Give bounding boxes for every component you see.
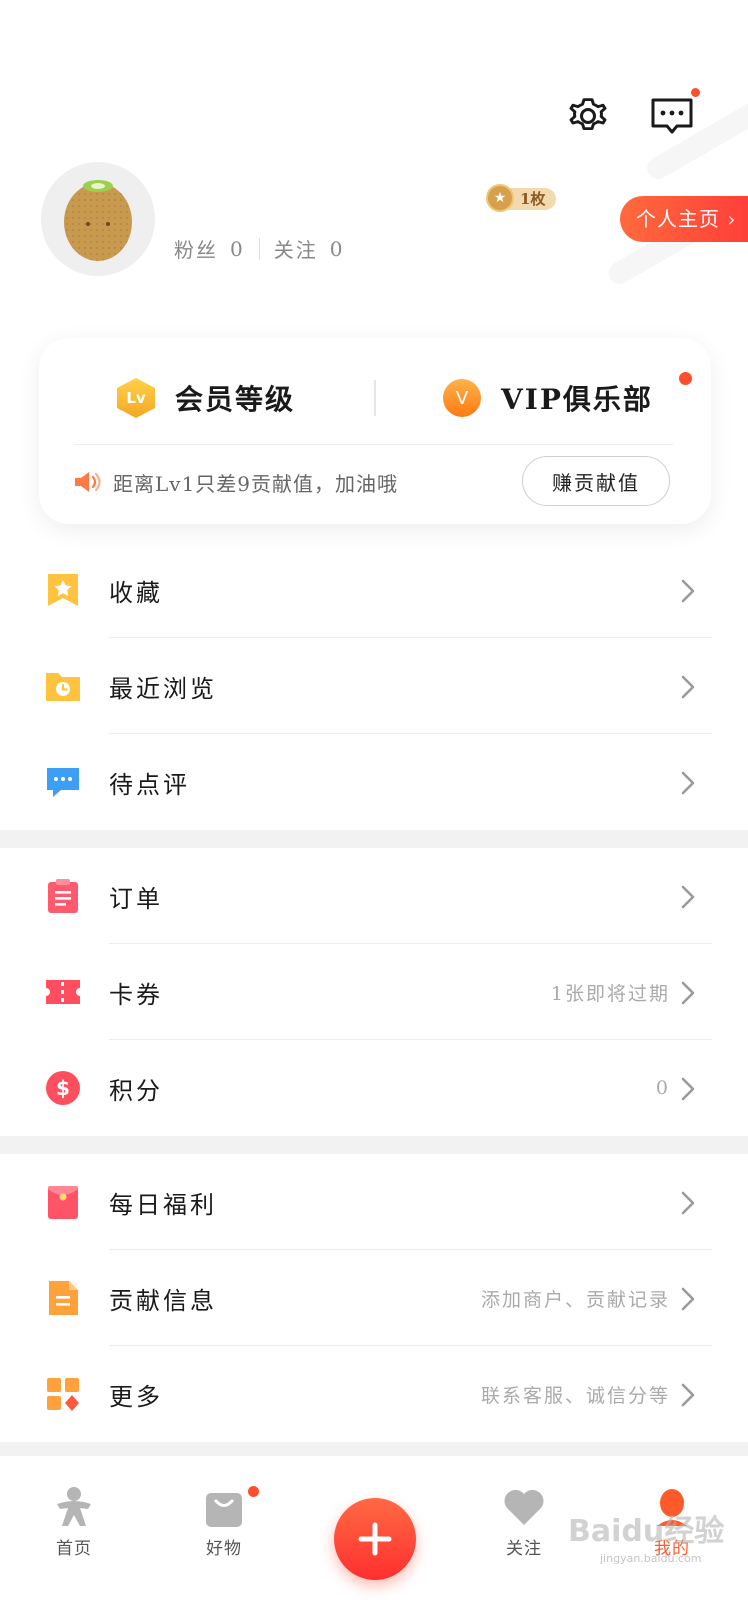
follow-stats: 粉丝 0 关注 0 [174, 234, 344, 263]
tab-following[interactable]: 关注 [474, 1484, 574, 1559]
chevron-right-icon [681, 1383, 695, 1407]
card-divider [374, 380, 376, 416]
chevron-right-icon [681, 1077, 695, 1101]
history-folder-icon [46, 673, 80, 701]
chevron-right-icon [681, 1287, 695, 1311]
speaker-icon [75, 472, 101, 492]
chevron-right-icon [681, 981, 695, 1005]
menu-item-more[interactable]: 更多 联系客服、诚信分等 [0, 1346, 748, 1442]
menu-item-recent-browse[interactable]: 最近浏览 [0, 638, 748, 734]
message-icon[interactable] [648, 86, 702, 140]
following-count[interactable]: 0 [330, 237, 345, 261]
menu-item-label: 最近浏览 [109, 674, 217, 703]
avatar[interactable] [41, 162, 155, 276]
tab-label: 好物 [206, 1539, 242, 1559]
member-level-title: 会员等级 [175, 383, 296, 416]
heart-icon [501, 1484, 547, 1530]
fans-count[interactable]: 0 [230, 237, 245, 261]
grid-icon [47, 1378, 79, 1411]
menu-item-label: 更多 [109, 1382, 163, 1411]
tab-label: 关注 [506, 1539, 542, 1559]
shopping-bag-icon [201, 1484, 261, 1530]
watermark-text: Baidu经验 [568, 1514, 725, 1549]
menu-item-value: 添加商户、贡献记录 [480, 1288, 670, 1311]
chevron-right-icon [681, 1191, 695, 1215]
menu-section-1: 收藏 最近浏览 待点评 [0, 542, 748, 830]
menu-item-coupons[interactable]: 卡券 1张即将过期 [0, 944, 748, 1040]
vip-badge-icon: V [443, 379, 481, 417]
dollar-coin-icon: $ [46, 1071, 80, 1105]
menu-item-points[interactable]: $ 积分 0 [0, 1040, 748, 1136]
contribution-tip: 距离Lv1只差9贡献值，加油哦 [73, 458, 398, 506]
vip-club-entry[interactable]: V VIP俱乐部 [443, 372, 653, 424]
member-card: Lv 会员等级 V VIP俱乐部 距离Lv1只差9贡献值，加油哦 赚贡献值 [39, 338, 711, 524]
header-actions [564, 86, 702, 140]
chevron-right-icon [681, 579, 695, 603]
unread-dot [689, 86, 702, 99]
menu-item-label: 订单 [109, 884, 163, 913]
earn-contribution-button[interactable]: 赚贡献值 [522, 456, 670, 506]
tab-goods[interactable]: 好物 [174, 1484, 274, 1559]
menu-item-label: 卡券 [109, 980, 163, 1009]
menu-item-orders[interactable]: 订单 [0, 848, 748, 944]
menu-item-label: 每日福利 [109, 1190, 217, 1219]
plus-icon [358, 1522, 392, 1556]
contribution-tip-text: 距离Lv1只差9贡献值，加油哦 [113, 471, 399, 496]
personal-homepage-button[interactable]: 个人主页 › [620, 196, 748, 242]
chevron-right-icon [681, 675, 695, 699]
bookmark-star-icon [48, 574, 78, 606]
gear-icon[interactable] [564, 92, 612, 140]
tab-label: 首页 [56, 1539, 92, 1559]
medal-badge[interactable]: 1枚 ★ [486, 184, 558, 214]
fans-label[interactable]: 粉丝 [174, 234, 218, 263]
chevron-right-icon [681, 771, 695, 795]
section-gap [0, 830, 748, 848]
menu-item-label: 积分 [109, 1076, 163, 1105]
chevron-right-icon [681, 885, 695, 909]
menu-item-label: 贡献信息 [109, 1286, 217, 1315]
card-separator [74, 444, 673, 445]
clipboard-icon [48, 879, 78, 913]
menu-item-label: 收藏 [109, 578, 163, 607]
document-icon [49, 1281, 78, 1315]
menu-item-value: 0 [655, 1077, 670, 1099]
menu-item-value: 联系客服、诚信分等 [480, 1384, 670, 1407]
menu-item-contribution-info[interactable]: 贡献信息 添加商户、贡献记录 [0, 1250, 748, 1346]
level-badge-icon: Lv [117, 378, 155, 418]
home-person-icon [51, 1484, 97, 1530]
vip-notification-dot [679, 372, 692, 385]
menu-section-3: 每日福利 贡献信息 添加商户、贡献记录 更多 联系客服、诚信分等 [0, 1154, 748, 1442]
bottom-tab-bar: 首页 好物 关注 我的 Baidu经验 jingyan.baidu.com [0, 1456, 748, 1600]
member-level-entry[interactable]: Lv 会员等级 [117, 372, 295, 424]
red-envelope-icon [48, 1186, 78, 1219]
menu-item-daily-benefits[interactable]: 每日福利 [0, 1154, 748, 1250]
menu-item-value: 1张即将过期 [550, 982, 670, 1005]
following-label[interactable]: 关注 [274, 234, 318, 263]
add-post-button[interactable] [334, 1498, 416, 1580]
menu-item-favorites[interactable]: 收藏 [0, 542, 748, 638]
menu-item-label: 待点评 [109, 770, 190, 799]
goods-notification-dot [246, 1484, 261, 1499]
menu-section-2: 订单 卡券 1张即将过期 $ 积分 0 [0, 848, 748, 1136]
watermark-url: jingyan.baidu.com [600, 1552, 702, 1565]
star-medal-icon: ★ [486, 184, 514, 212]
tab-home[interactable]: 首页 [24, 1484, 124, 1559]
menu-item-pending-review[interactable]: 待点评 [0, 734, 748, 830]
ticket-icon [46, 980, 80, 1004]
section-gap [0, 1136, 748, 1154]
svg-text:$: $ [56, 1076, 70, 1100]
stats-divider [258, 237, 260, 260]
comment-icon [47, 768, 79, 797]
vip-club-title: VIP俱乐部 [501, 383, 653, 416]
